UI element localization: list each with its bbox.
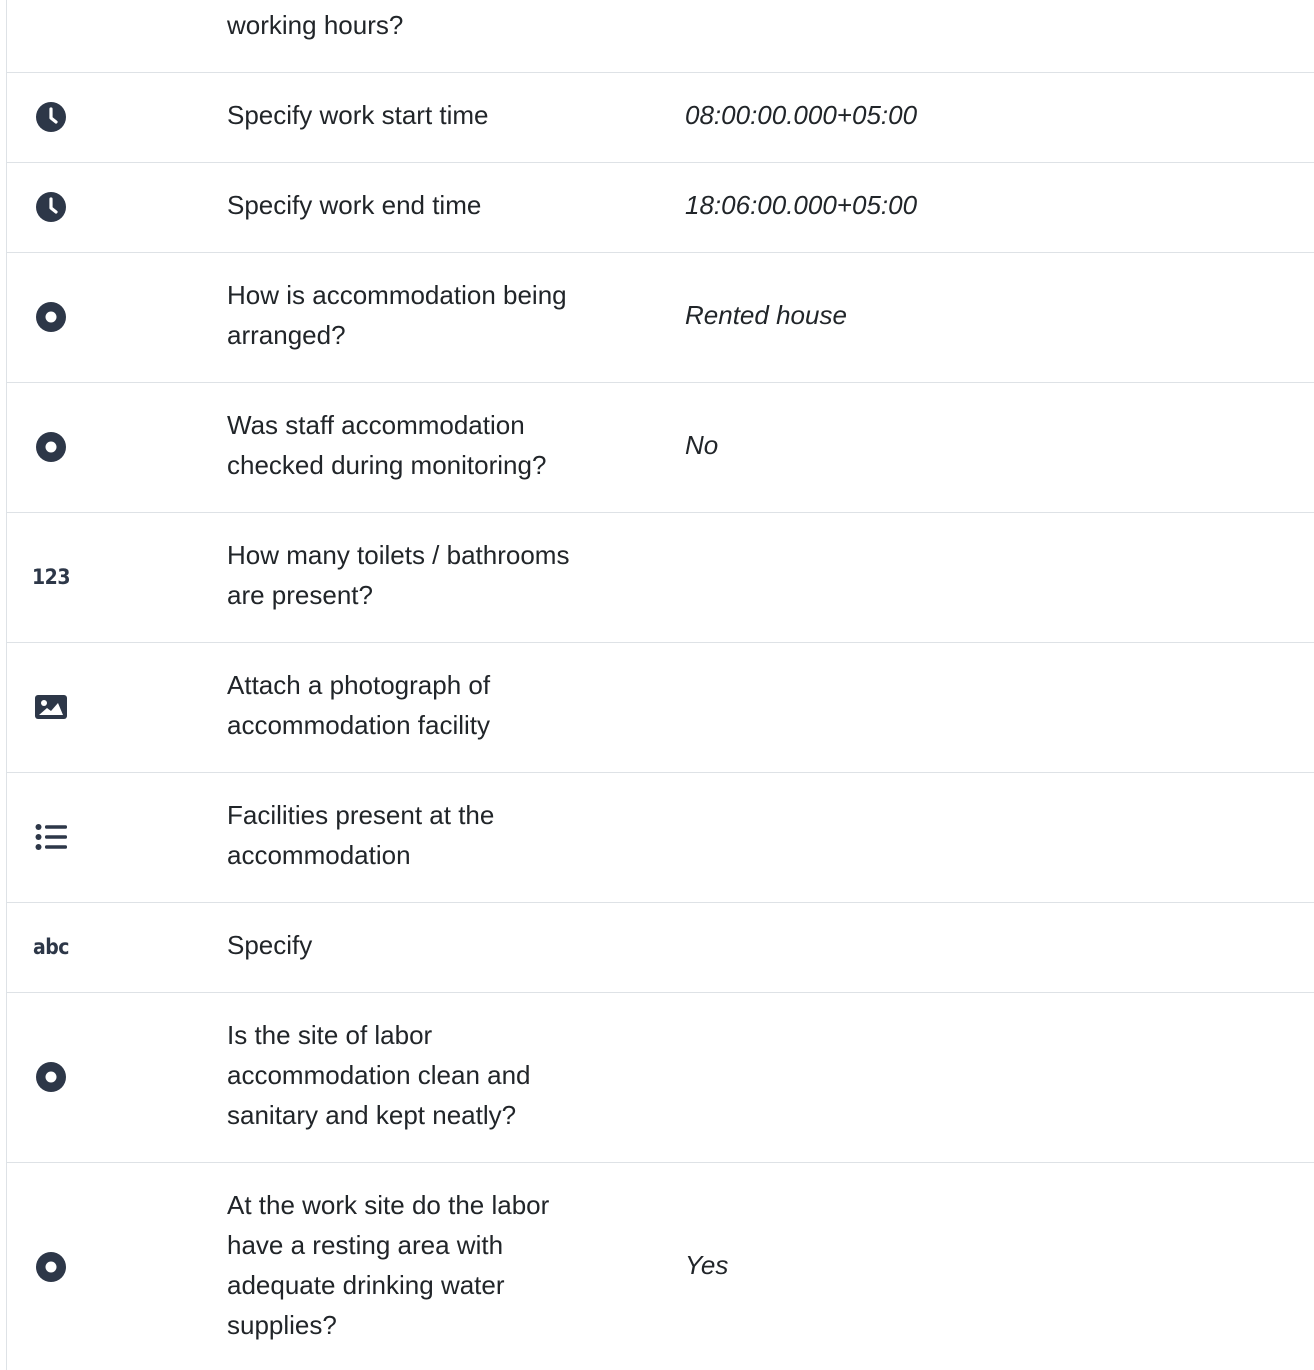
radio-icon xyxy=(35,1061,67,1093)
question-text: Specify work start time xyxy=(227,100,489,130)
question-text: Specify work end time xyxy=(227,190,482,220)
question-text: Was staff accommodation checked during m… xyxy=(227,410,547,480)
question-text: At the work site do the labor have a res… xyxy=(227,1190,550,1340)
question-text: working hours? xyxy=(227,10,404,40)
answer-text: 18:06:00.000+05:00 xyxy=(685,190,918,220)
question-text: Is the site of labor accommodation clean… xyxy=(227,1020,531,1130)
table-row: working hours? xyxy=(7,0,1314,73)
question-text: How many toilets / bathrooms are present… xyxy=(227,540,570,610)
answer-text: Yes xyxy=(685,1250,729,1280)
table-row: Specify work start time 08:00:00.000+05:… xyxy=(7,73,1314,163)
table-row: Facilities present at the accommodation xyxy=(7,773,1314,903)
table-row: Attach a photograph of accommodation fac… xyxy=(7,643,1314,773)
question-text: How is accommodation being arranged? xyxy=(227,280,567,350)
table-row: Is the site of labor accommodation clean… xyxy=(7,993,1314,1163)
question-text: Facilities present at the accommodation xyxy=(227,800,495,870)
text-icon: abc xyxy=(33,935,69,959)
radio-icon xyxy=(35,1251,67,1283)
table-row: 123 How many toilets / bathrooms are pre… xyxy=(7,513,1314,643)
list-icon xyxy=(35,821,67,853)
table-row: At the work site do the labor have a res… xyxy=(7,1163,1314,1370)
radio-icon xyxy=(35,301,67,333)
answer-text: 08:00:00.000+05:00 xyxy=(685,100,918,130)
table-row: How is accommodation being arranged? Ren… xyxy=(7,253,1314,383)
table-row: Specify work end time 18:06:00.000+05:00 xyxy=(7,163,1314,253)
radio-icon xyxy=(35,431,67,463)
form-responses-table: working hours? Specify work start time 0… xyxy=(6,0,1314,1370)
question-text: Specify xyxy=(227,930,313,960)
number-icon: 123 xyxy=(32,565,70,589)
answer-text: No xyxy=(685,430,719,460)
table-row: Was staff accommodation checked during m… xyxy=(7,383,1314,513)
clock-icon xyxy=(35,191,67,223)
answer-text: Rented house xyxy=(685,300,847,330)
table-row: abc Specify xyxy=(7,903,1314,993)
clock-icon xyxy=(35,101,67,133)
question-text: Attach a photograph of accommodation fac… xyxy=(227,670,491,740)
image-icon xyxy=(35,691,67,723)
